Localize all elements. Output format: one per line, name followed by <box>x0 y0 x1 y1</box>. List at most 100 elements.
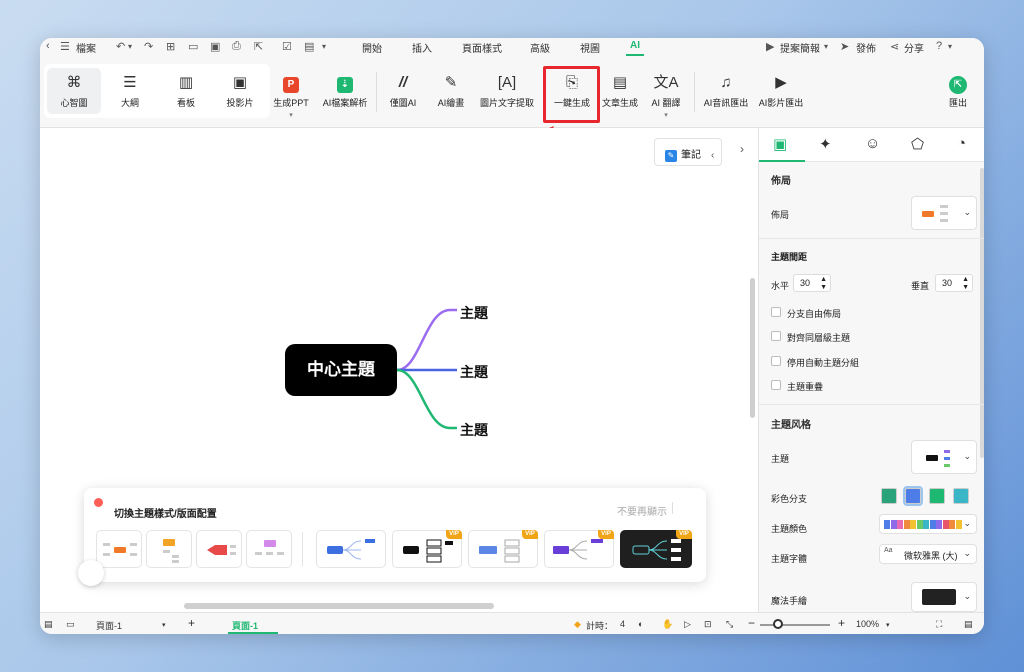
ai-file-parse-button[interactable]: ⇣ AI檔案解析 <box>318 74 372 109</box>
panel-layout-icon[interactable]: ▤ <box>964 619 973 630</box>
help-icon[interactable]: ? <box>936 40 942 52</box>
tab-view[interactable]: 視圖 <box>580 40 600 55</box>
article-generate-button[interactable]: ▤ 文章生成 <box>598 74 642 109</box>
tab-history-icon[interactable]: ◔ <box>957 135 966 152</box>
zoom-slider-knob[interactable] <box>773 619 783 629</box>
share-icon[interactable]: ⋖ <box>890 40 899 53</box>
export-small-icon[interactable]: ⇱ <box>254 40 263 53</box>
magic-drawing-dropdown[interactable]: ⌄ <box>911 582 977 612</box>
topic-node-2[interactable]: 主題 <box>460 362 488 382</box>
vertical-scrollbar[interactable] <box>750 278 755 418</box>
fit-page-icon[interactable]: ⊡ <box>704 619 712 630</box>
rainbow-option-4[interactable] <box>953 488 969 504</box>
layout-thumb-4[interactable] <box>246 530 292 568</box>
theme-thumb-4-vip[interactable]: VIP <box>544 530 614 568</box>
horizontal-spacing-input[interactable]: 30 ▲ ▼ <box>793 274 831 292</box>
view-slides-button[interactable]: ▣ 投影片 <box>216 74 264 109</box>
layout-dropdown[interactable]: ⌄ <box>911 196 977 230</box>
checkbox-free-layout[interactable] <box>771 307 781 317</box>
rainbow-option-3[interactable] <box>929 488 945 504</box>
tab-ai-sparkle-icon[interactable]: ✦ <box>819 135 832 153</box>
theme-thumb-1[interactable] <box>316 530 386 568</box>
zoom-out-icon[interactable]: − <box>748 616 755 630</box>
layout-thumb-2[interactable] <box>146 530 192 568</box>
save-icon[interactable]: ▣ <box>210 40 220 53</box>
zoom-slider-track[interactable] <box>760 624 830 626</box>
fullscreen-icon[interactable]: ⛶ <box>936 619 942 630</box>
checklist-icon[interactable]: ☑ <box>282 40 292 53</box>
view-mindmap-button[interactable]: ⌘ 心智圖 <box>50 74 98 109</box>
present-icon[interactable]: ▶ <box>766 40 774 53</box>
play-icon[interactable]: ▷ <box>684 619 691 630</box>
theme-thumb-3-vip[interactable]: VIP <box>468 530 538 568</box>
topic-font-dropdown[interactable]: Aa 微软雅黑 (大) ⌄ <box>879 544 977 564</box>
tab-page-style[interactable]: 頁面樣式 <box>462 40 502 55</box>
rainbow-option-2[interactable] <box>903 486 923 506</box>
ai-translate-button[interactable]: 文A AI 翻譯 ▾ <box>644 74 688 119</box>
view-outline-button[interactable]: ☰ 大綱 <box>106 74 154 109</box>
fullscreen-shrink-icon[interactable]: ⤡ <box>726 619 733 630</box>
tab-advanced[interactable]: 高級 <box>530 40 550 55</box>
tab-insert[interactable]: 插入 <box>412 40 432 55</box>
undo-dropdown-icon[interactable]: ▾ <box>128 42 132 51</box>
topic-node-3[interactable]: 主題 <box>460 420 488 440</box>
checkbox-topic-overlap[interactable] <box>771 380 781 390</box>
central-topic[interactable]: 中心主題 <box>285 344 397 396</box>
dont-show-again-link[interactable]: 不要再顯示 <box>617 503 667 518</box>
export-button[interactable]: ⇱ 匯出 <box>940 74 976 109</box>
floating-add-button[interactable] <box>78 560 104 586</box>
layout-thumb-3[interactable] <box>196 530 242 568</box>
open-folder-icon[interactable]: ▭ <box>188 40 198 53</box>
page-selector-caret-icon[interactable]: ▾ <box>162 621 166 629</box>
ai-audio-export-button[interactable]: ♫ AI音訊匯出 <box>700 74 752 109</box>
popup-close-dot[interactable] <box>94 498 103 507</box>
zoom-caret-icon[interactable]: ▾ <box>886 621 890 629</box>
horizontal-scrollbar[interactable] <box>184 603 494 609</box>
theme-thumb-5-vip[interactable]: VIP <box>620 530 692 568</box>
view-kanban-button[interactable]: ▥ 看板 <box>162 74 210 109</box>
mindmap-canvas[interactable]: ✎筆記‹ › 中心主題 主題 主題 主題 切換主題樣式/版面配置 不要再顯示 <box>40 128 758 612</box>
panel-scrollbar[interactable] <box>980 168 984 458</box>
file-menu[interactable]: 檔案 <box>76 40 96 55</box>
tab-emoji-icon[interactable]: ☺ <box>865 135 880 152</box>
image-text-extract-button[interactable]: [A] 圖片文字提取 <box>476 74 538 109</box>
hand-icon[interactable]: ✋ <box>662 619 673 630</box>
image-ai-button[interactable]: // 僅圖AI <box>380 74 426 109</box>
stepper-icon[interactable]: ▲ ▼ <box>820 276 827 292</box>
add-page-icon[interactable]: + <box>188 616 195 630</box>
theme-thumb-2-vip[interactable]: VIP <box>392 530 462 568</box>
undo-icon[interactable]: ↶ <box>116 40 125 53</box>
topic-style-dropdown[interactable]: ⌄ <box>911 440 977 474</box>
feedback-menu[interactable]: 提案簡報 <box>780 40 820 55</box>
page-list-icon[interactable]: ▭ <box>66 619 75 630</box>
new-icon[interactable]: ⊞ <box>166 40 175 53</box>
more-dropdown-icon[interactable]: ▾ <box>322 42 326 51</box>
tab-home[interactable]: 開始 <box>362 40 382 55</box>
zoom-level[interactable]: 100% <box>856 619 879 629</box>
topic-node-1[interactable]: 主題 <box>460 303 488 323</box>
vertical-spacing-input[interactable]: 30 ▲ ▼ <box>935 274 973 292</box>
generate-ppt-button[interactable]: P 生成PPT ▾ <box>268 74 314 119</box>
print-icon[interactable]: ⎙ <box>232 40 241 53</box>
help-dropdown-icon[interactable]: ▾ <box>948 42 952 51</box>
page-selector[interactable]: 頁面-1 <box>96 619 122 632</box>
tab-ai[interactable]: AI <box>630 40 640 51</box>
tab-layout-icon[interactable]: ▣ <box>773 135 787 153</box>
page-tab-1[interactable]: 頁面-1 <box>232 619 258 632</box>
sidebar-toggle-icon[interactable]: ▤ <box>44 619 53 630</box>
feedback-dropdown-icon[interactable]: ▾ <box>824 42 828 51</box>
ai-painting-button[interactable]: ✎ AI繪畫 <box>428 74 474 109</box>
publish-button[interactable]: 發佈 <box>856 40 876 55</box>
send-icon[interactable]: ➤ <box>840 40 849 53</box>
share-button[interactable]: 分享 <box>904 40 924 55</box>
ai-video-export-button[interactable]: ▶ AI影片匯出 <box>754 74 808 109</box>
rainbow-option-1[interactable] <box>881 488 897 504</box>
checkbox-align-siblings[interactable] <box>771 331 781 341</box>
topic-color-dropdown[interactable]: ⌄ <box>879 514 977 534</box>
zoom-in-icon[interactable]: + <box>838 616 845 630</box>
layout-thumb-1[interactable] <box>96 530 142 568</box>
checkbox-disable-grouping[interactable] <box>771 356 781 366</box>
stepper-icon[interactable]: ▲ ▼ <box>962 276 969 292</box>
back-icon[interactable]: ‹ <box>46 40 50 52</box>
file-save-icon[interactable]: ▤ <box>304 40 314 53</box>
